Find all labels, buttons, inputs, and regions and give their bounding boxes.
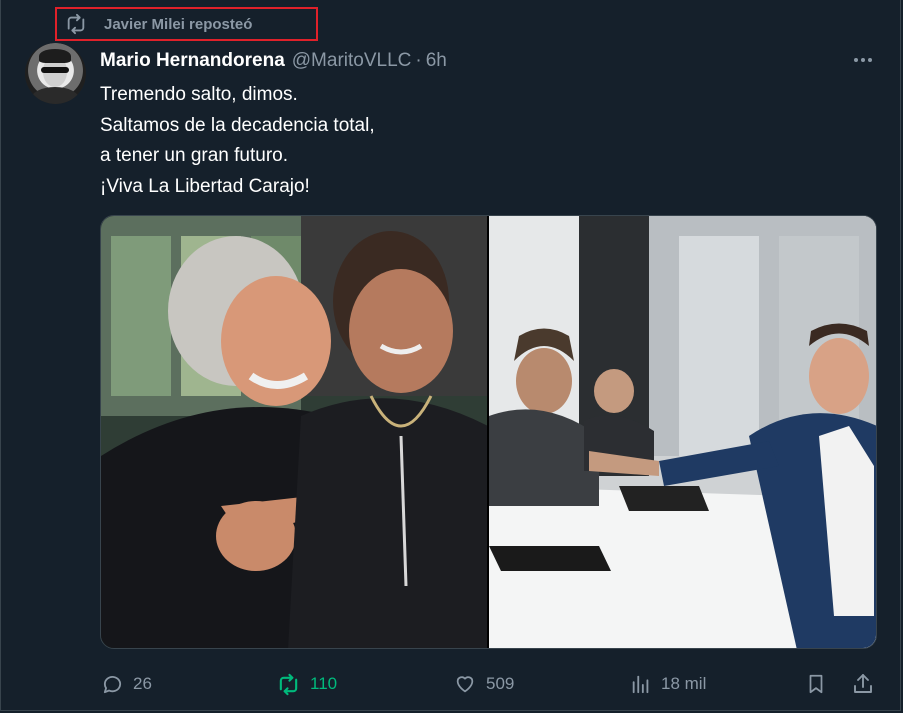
bookmark-button[interactable] [805,668,836,700]
tweet-header: Mario Hernandorena @MaritoVLLC · 6h [100,49,447,73]
share-button[interactable] [851,668,884,700]
tweet-text-line: Tremendo salto, dimos. [100,84,298,105]
tweet-text: Tremendo salto, dimos. Saltamos de la de… [100,80,860,202]
author-handle[interactable]: @MaritoVLLC [292,50,412,72]
share-icon [854,674,872,693]
tweet-text-line: ¡Viva La Libertad Carajo! [100,175,310,197]
tweet-actions: 26 110 509 18 mil [0,668,903,700]
repost-icon [65,13,87,35]
tweet-media [100,215,877,649]
reply-icon [103,675,122,693]
media-photo-2[interactable] [489,216,876,648]
media-photo-1[interactable] [101,216,487,648]
tweet-text-line: Saltamos de la decadencia total, [100,114,375,136]
bookmark-icon [809,674,823,694]
header-separator: · [415,50,422,71]
author-name[interactable]: Mario Hernandorena [100,50,285,72]
reply-button[interactable]: 26 [101,668,152,700]
repost-count: 110 [310,674,338,693]
reply-count: 26 [133,674,152,693]
repost-icon [279,673,298,695]
more-icon [854,58,872,62]
tweet-timestamp[interactable]: 6h [426,50,447,72]
views-count: 18 mil [661,674,707,693]
views-button[interactable]: 18 mil [630,668,706,700]
more-options-button[interactable] [850,48,876,72]
repost-button[interactable]: 110 [276,668,337,700]
like-count: 509 [486,674,515,693]
repost-indicator[interactable]: Javier Milei reposteó [55,7,318,41]
tweet-text-line: a tener un gran futuro. [100,145,289,166]
like-icon [456,676,474,693]
like-button[interactable]: 509 [453,668,514,700]
views-icon [632,675,649,694]
avatar[interactable] [25,43,86,104]
repost-label: Javier Milei reposteó [104,15,253,33]
